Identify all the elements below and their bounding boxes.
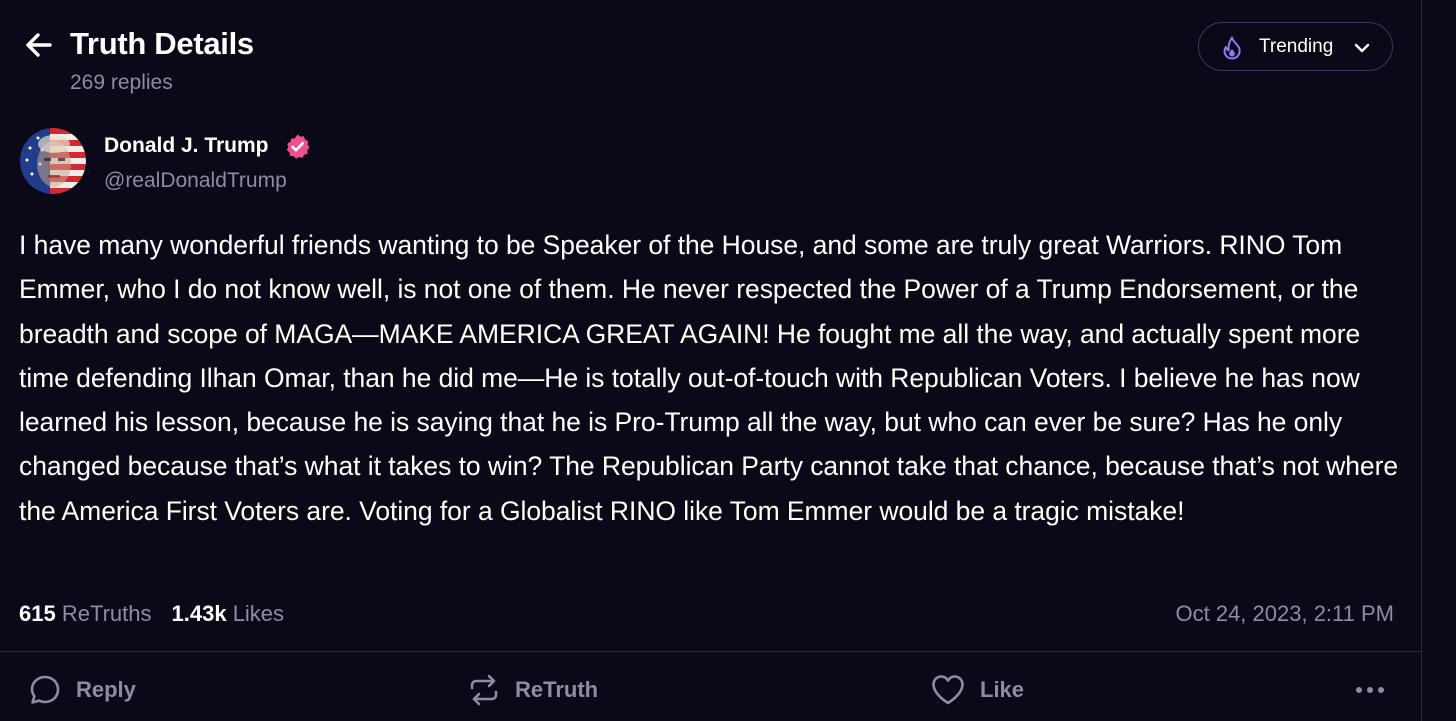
retruths-label[interactable]: ReTruths (62, 601, 152, 626)
reply-label: Reply (76, 677, 136, 702)
arrow-left-icon (26, 33, 52, 57)
avatar-image (20, 128, 86, 194)
sort-label: Trending (1259, 36, 1334, 57)
post-timestamp: Oct 24, 2023, 2:11 PM (1175, 601, 1395, 626)
likes-label[interactable]: Likes (233, 601, 284, 626)
likes-count[interactable]: 1.43k (172, 601, 227, 626)
chevron-down-icon (1354, 43, 1370, 53)
post-body: I have many wonderful friends wanting to… (19, 230, 1399, 526)
sort-dropdown[interactable]: Trending (1198, 22, 1393, 71)
truth-details-page: Truth Details 269 replies Trending Donal… (0, 0, 1456, 721)
retruth-label: ReTruth (515, 677, 599, 702)
column-border (1421, 0, 1422, 721)
more-options-button[interactable] (1352, 668, 1388, 712)
retruth-button[interactable]: ReTruth (467, 668, 598, 712)
replies-count: 269 replies (70, 71, 173, 94)
page-title: Truth Details (70, 26, 254, 61)
flame-icon (1223, 36, 1241, 60)
retruths-count[interactable]: 615 (19, 601, 56, 626)
divider (0, 651, 1421, 652)
more-dots-icon (1356, 687, 1384, 693)
verified-badge-icon (286, 134, 310, 159)
speech-bubble-icon (30, 675, 60, 704)
heart-icon (932, 675, 964, 705)
repost-icon (470, 674, 498, 706)
post-stats: 615 ReTruths 1.43k Likes (19, 597, 284, 631)
like-button[interactable]: Like (930, 668, 1024, 712)
author-handle[interactable]: @realDonaldTrump (104, 166, 287, 196)
like-label: Like (980, 677, 1025, 702)
reply-button[interactable]: Reply (28, 668, 136, 712)
back-button[interactable] (22, 28, 56, 62)
avatar[interactable] (20, 128, 86, 194)
author-name[interactable]: Donald J. Trump (104, 131, 269, 161)
